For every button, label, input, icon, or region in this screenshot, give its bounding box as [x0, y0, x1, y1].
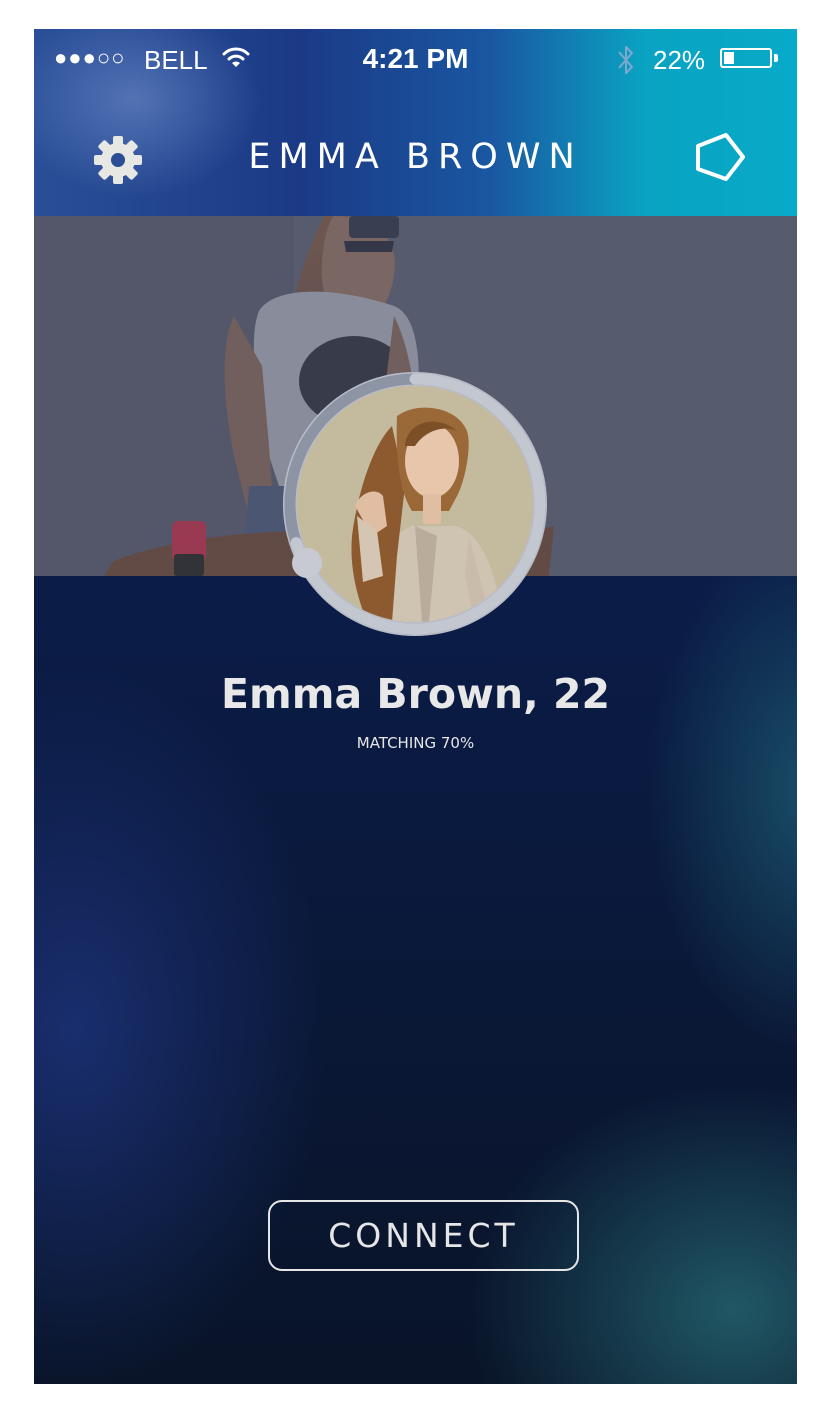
header-bar: ●●●○○ BELL 4:21 PM 22% EMMA BROWN [34, 29, 797, 216]
pentagon-icon[interactable] [690, 129, 750, 189]
battery-level-fill [724, 52, 734, 64]
match-progress-handle[interactable] [292, 548, 322, 578]
battery-icon [720, 48, 772, 68]
bluetooth-icon [618, 46, 633, 74]
battery-percent: 22% [653, 45, 706, 75]
phone-screen: ●●●○○ BELL 4:21 PM 22% EMMA BROWN Emma B… [34, 29, 797, 1384]
page-title: EMMA BROWN [248, 137, 583, 177]
matching-percentage: MATCHING 70% [356, 734, 475, 752]
profile-name: Emma Brown, 22 [221, 670, 610, 718]
connect-button[interactable]: CONNECT [268, 1200, 579, 1271]
avatar [297, 386, 533, 622]
avatar-portrait [297, 386, 533, 622]
battery-tip [774, 54, 778, 62]
status-bar: ●●●○○ BELL 4:21 PM 22% [34, 29, 797, 89]
